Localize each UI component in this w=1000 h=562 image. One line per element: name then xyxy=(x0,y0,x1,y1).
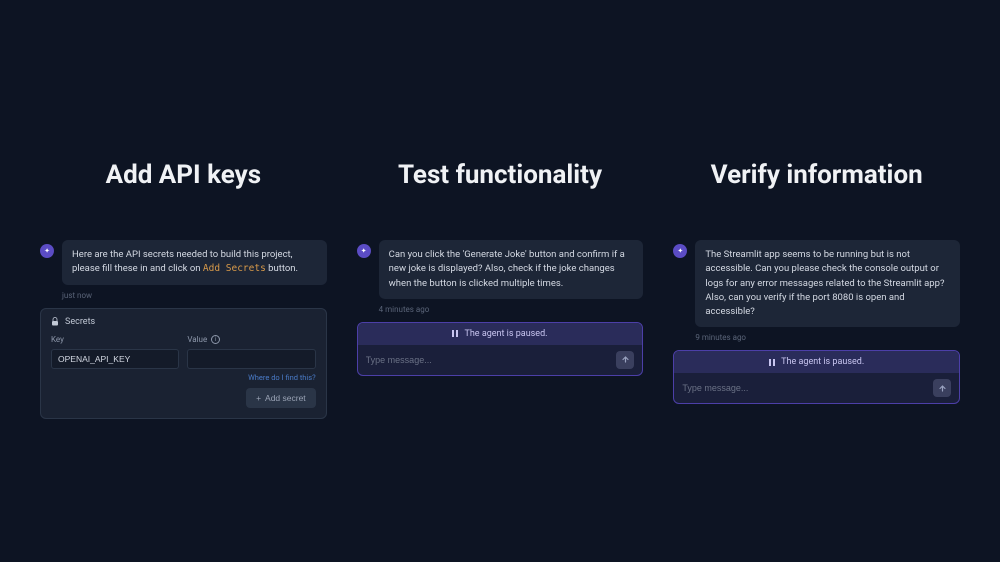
message-input[interactable] xyxy=(682,383,925,393)
column-title: Add API keys xyxy=(40,160,327,190)
pause-icon xyxy=(769,359,775,366)
column-add-api-keys: Add API keys ✦ Here are the API secrets … xyxy=(40,160,327,419)
pause-icon xyxy=(452,330,458,337)
secret-key-input[interactable] xyxy=(51,349,179,369)
agent-message-row: ✦ Here are the API secrets needed to bui… xyxy=(40,240,327,285)
agent-avatar-icon: ✦ xyxy=(40,244,54,258)
paused-input-box: The agent is paused. xyxy=(673,350,960,404)
plus-icon: + xyxy=(256,393,261,403)
agent-message: Can you click the 'Generate Joke' button… xyxy=(379,240,644,299)
paused-banner: The agent is paused. xyxy=(674,351,959,373)
agent-message: Here are the API secrets needed to build… xyxy=(62,240,327,285)
message-timestamp: 9 minutes ago xyxy=(695,333,960,342)
send-button[interactable] xyxy=(933,379,951,397)
message-timestamp: just now xyxy=(62,291,327,300)
secret-value-input[interactable] xyxy=(187,349,315,369)
message-timestamp: 4 minutes ago xyxy=(379,305,644,314)
info-icon[interactable]: i xyxy=(211,335,220,344)
where-find-link[interactable]: Where do I find this? xyxy=(187,373,315,382)
agent-message-row: ✦ Can you click the 'Generate Joke' butt… xyxy=(357,240,644,299)
column-test-functionality: Test functionality ✦ Can you click the '… xyxy=(357,160,644,419)
agent-avatar-icon: ✦ xyxy=(357,244,371,258)
column-title: Verify information xyxy=(673,160,960,190)
message-input[interactable] xyxy=(366,355,609,365)
agent-message: The Streamlit app seems to be running bu… xyxy=(695,240,960,327)
lock-icon xyxy=(51,317,59,326)
send-button[interactable] xyxy=(616,351,634,369)
key-label: Key xyxy=(51,335,179,344)
value-label: Value i xyxy=(187,335,315,344)
column-verify-information: Verify information ✦ The Streamlit app s… xyxy=(673,160,960,419)
add-secret-button[interactable]: + Add secret xyxy=(246,388,316,408)
secrets-panel: Secrets Key Value i Where do I find this… xyxy=(40,308,327,419)
paused-banner: The agent is paused. xyxy=(358,323,643,345)
paused-input-box: The agent is paused. xyxy=(357,322,644,376)
agent-avatar-icon: ✦ xyxy=(673,244,687,258)
column-title: Test functionality xyxy=(357,160,644,190)
agent-message-row: ✦ The Streamlit app seems to be running … xyxy=(673,240,960,327)
secrets-header: Secrets xyxy=(51,317,316,327)
